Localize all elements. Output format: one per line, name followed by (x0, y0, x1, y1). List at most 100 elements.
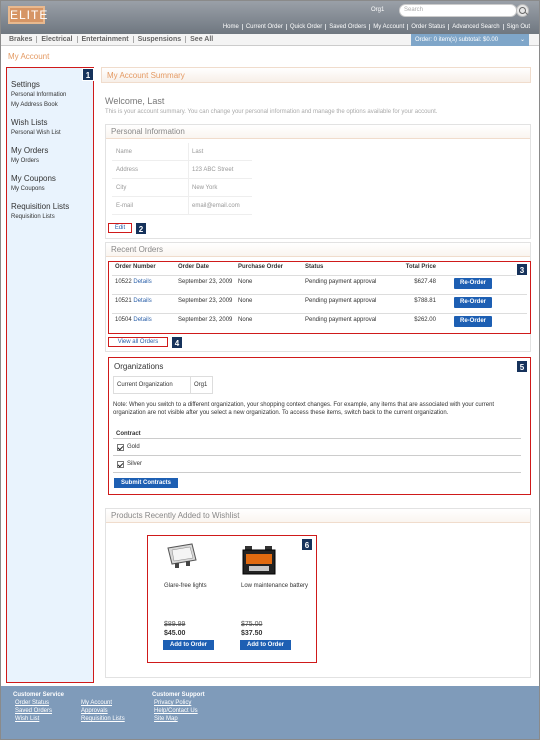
footer-col-customer-service: Customer Service Order Status Saved Orde… (13, 691, 64, 723)
footer-link-help-contact[interactable]: Help/Contact Us (152, 707, 205, 715)
col-status: Status (305, 264, 324, 270)
product-name[interactable]: Glare-free lights (164, 582, 234, 590)
footer-link-my-account[interactable]: My Account (79, 699, 125, 707)
reorder-button[interactable]: Re-Order (454, 316, 492, 327)
footer-link-saved-orders[interactable]: Saved Orders (13, 707, 64, 715)
organizations-title: Organizations (114, 362, 164, 371)
sidebar-item-wish-list[interactable]: Personal Wish List (11, 128, 93, 138)
footer-link-wish-list[interactable]: Wish List (13, 715, 64, 723)
footer-heading (79, 691, 125, 699)
category-bar: Brakes Electrical Entertainment Suspensi… (1, 34, 539, 46)
category-electrical[interactable]: Electrical (36, 36, 76, 43)
contract-table: Contract Gold Silver (113, 429, 521, 473)
reorder-button[interactable]: Re-Order (454, 297, 492, 308)
sidebar-item-personal-info[interactable]: Personal Information (11, 90, 93, 100)
sidebar: Settings Personal Information My Address… (6, 67, 94, 683)
sidebar-heading-my-coupons: My Coupons (11, 174, 56, 183)
field-value: New York (192, 185, 218, 191)
checkbox-checked-icon[interactable] (117, 443, 124, 451)
nav-quick-order[interactable]: Quick Order (285, 24, 325, 30)
purchase-order: None (238, 279, 253, 285)
callout-badge: 1 (82, 68, 94, 81)
sidebar-item-my-coupons[interactable]: My Coupons (11, 184, 93, 194)
sidebar-item-requisition-lists[interactable]: Requisition Lists (11, 212, 93, 222)
details-link[interactable]: Details (133, 317, 151, 323)
field-value: email@email.com (192, 203, 240, 209)
order-number: 10504 (115, 317, 132, 323)
checkbox-checked-icon[interactable] (117, 460, 124, 468)
col-order-date: Order Date (178, 264, 210, 270)
category-suspensions[interactable]: Suspensions (132, 36, 186, 43)
nav-sign-out[interactable]: Sign Out (502, 24, 533, 30)
sidebar-heading-requisition: Requisition Lists (11, 202, 70, 211)
footer-link-order-status[interactable]: Order Status (13, 699, 64, 707)
view-all-orders-link[interactable]: View all Orders (108, 337, 168, 347)
callout-badge: 4 (171, 336, 183, 349)
details-link[interactable]: Details (133, 279, 151, 285)
submit-contracts-button[interactable]: Submit Contracts (114, 478, 178, 488)
category-see-all[interactable]: See All (185, 36, 217, 43)
battery-image[interactable] (241, 542, 277, 576)
personal-info-table: Name Last Address 123 ABC Street City New Y… (112, 143, 252, 215)
contract-silver: Silver (127, 460, 143, 467)
footer: Customer Service Order Status Saved Orde… (1, 686, 539, 739)
contract-row: Silver (113, 456, 521, 473)
wishlist-title: Products Recently Added to Wishlist (106, 509, 530, 523)
category-brakes[interactable]: Brakes (9, 36, 36, 43)
sale-price: $37.50 (241, 630, 263, 637)
field-label: E-mail (112, 197, 189, 214)
nav-home[interactable]: Home (220, 24, 242, 30)
category-entertainment[interactable]: Entertainment (76, 36, 133, 43)
add-to-order-button[interactable]: Add to Order (240, 640, 291, 650)
current-org-value[interactable]: Org1 (191, 377, 207, 393)
edit-link[interactable]: Edit (108, 223, 132, 233)
product-name[interactable]: Low maintenance battery (241, 582, 311, 590)
sidebar-item-address-book[interactable]: My Address Book (11, 100, 93, 110)
footer-link-approvals[interactable]: Approvals (79, 707, 125, 715)
sidebar-item-my-orders[interactable]: My Orders (11, 156, 93, 166)
cart-text: Order: 0 item(s) subtotal: $0.00 (415, 37, 499, 43)
orders-table: Order Number Order Date Purchase Order S… (112, 264, 527, 332)
recent-orders-title: Recent Orders (106, 243, 530, 257)
footer-link-requisition-lists[interactable]: Requisition Lists (79, 715, 125, 723)
order-date: September 23, 2009 (178, 298, 233, 304)
order-total: $262.00 (414, 317, 436, 323)
nav-order-status[interactable]: Order Status (407, 24, 448, 30)
callout-badge: 2 (135, 222, 147, 235)
details-link[interactable]: Details (133, 298, 151, 304)
current-org-label: Current Organization (114, 377, 191, 393)
contract-gold: Gold (127, 443, 140, 450)
contract-header: Contract (113, 429, 521, 439)
nav-my-account[interactable]: My Account (369, 24, 407, 30)
nav-saved-orders[interactable]: Saved Orders (325, 24, 369, 30)
order-total: $627.48 (414, 279, 436, 285)
nav-current-order[interactable]: Current Order (241, 24, 286, 30)
sidebar-heading-settings: Settings (11, 80, 40, 89)
logo[interactable]: ELITE (8, 6, 47, 24)
order-total: $788.81 (414, 298, 436, 304)
field-value: Last (192, 149, 204, 155)
callout-badge: 3 (516, 263, 528, 276)
cart-summary[interactable]: Order: 0 item(s) subtotal: $0.00 ⌄ (411, 34, 529, 46)
search-icon[interactable] (516, 4, 529, 17)
order-number: 10522 (115, 279, 132, 285)
header: ELITE Org1 Search Home Current Order Qui… (1, 1, 539, 34)
footer-heading: Customer Support (152, 692, 205, 698)
search-input[interactable]: Search (399, 4, 517, 17)
footer-link-privacy-policy[interactable]: Privacy Policy (152, 699, 205, 707)
footer-col-account: My Account Approvals Requisition Lists (79, 691, 125, 723)
nav-advanced-search[interactable]: Advanced Search (448, 24, 502, 30)
page-title: My Account (8, 52, 50, 61)
headlight-image[interactable] (164, 542, 200, 570)
reorder-button[interactable]: Re-Order (454, 278, 492, 289)
old-price: $89.99 (164, 621, 186, 628)
old-price: $75.00 (241, 621, 263, 628)
add-to-order-button[interactable]: Add to Order (163, 640, 214, 650)
personal-info-title: Personal Information (106, 125, 530, 139)
table-row: 10504 Details September 23, 2009 None Pe… (112, 313, 527, 332)
order-date: September 23, 2009 (178, 279, 233, 285)
footer-link-site-map[interactable]: Site Map (152, 715, 205, 723)
sidebar-heading-wish-lists: Wish Lists (11, 118, 48, 127)
field-label: Name (112, 143, 189, 160)
field-label: Address (112, 161, 189, 178)
